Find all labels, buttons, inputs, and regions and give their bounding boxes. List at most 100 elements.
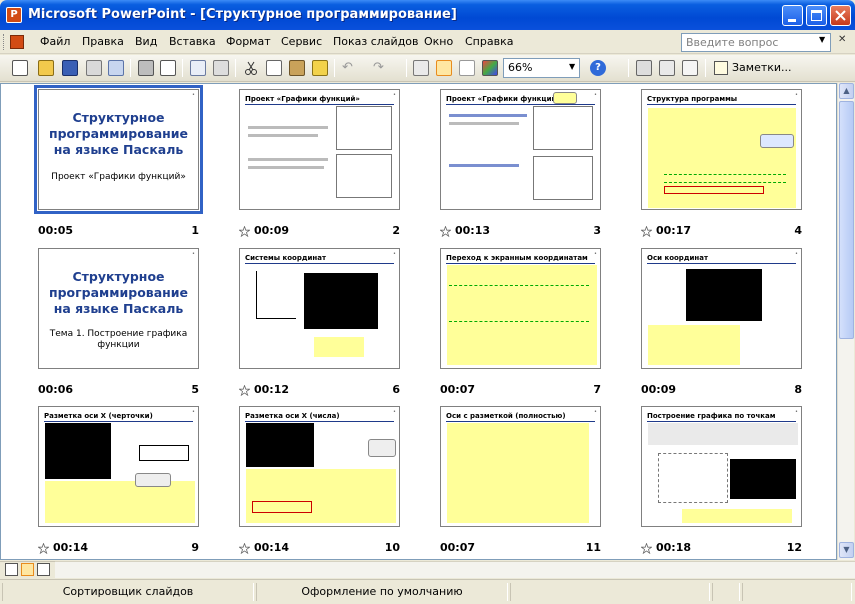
rehearse-timings-icon[interactable] (659, 60, 675, 76)
slide-sorter-view-icon[interactable] (21, 563, 34, 576)
slide-title: Структурное программирование на языке Па… (48, 110, 189, 157)
help-question-input[interactable]: Введите вопрос (681, 33, 831, 52)
slide-thumbnail[interactable]: • Системы координат (239, 248, 400, 369)
menu-file[interactable]: Файл (40, 35, 70, 48)
slide-number: 7 (593, 383, 601, 396)
callout (135, 473, 171, 487)
menu-edit[interactable]: Правка (82, 35, 124, 48)
zoom-dropdown-arrow-icon[interactable]: ▼ (569, 62, 575, 71)
slide-thumbnail[interactable]: • Оси координат (641, 248, 802, 369)
menu-slideshow[interactable]: Показ слайдов (333, 35, 419, 48)
slide-title: Построение графика по точкам (647, 412, 776, 420)
slide-thumbnail[interactable]: • Проект «Графики функций» (239, 89, 400, 210)
copy-icon[interactable] (266, 60, 282, 76)
menu-view[interactable]: Вид (135, 35, 157, 48)
slide-title: Проект «Графики функций» (446, 95, 561, 103)
save-icon[interactable] (62, 60, 78, 76)
slide-thumbnail[interactable]: • Оси с разметкой (полностью) (440, 406, 601, 527)
transition-star-icon[interactable] (641, 543, 652, 554)
menu-tools[interactable]: Сервис (281, 35, 322, 48)
menu-help[interactable]: Справка (465, 35, 513, 48)
black-area (45, 423, 111, 479)
paste-icon[interactable] (289, 60, 305, 76)
redo-icon[interactable]: ↷ (373, 60, 389, 76)
research-icon[interactable] (213, 60, 229, 76)
email-icon[interactable] (108, 60, 124, 76)
powerpoint-app-icon[interactable]: P (6, 7, 22, 23)
show-formatting-icon[interactable] (436, 60, 452, 76)
slide-title: Разметка оси X (черточки) (44, 412, 153, 420)
notes-button[interactable]: Заметки... (712, 58, 822, 78)
text-line (248, 158, 328, 161)
open-icon[interactable] (38, 60, 54, 76)
text-line (248, 166, 324, 169)
slide-title: Проект «Графики функций» (245, 95, 360, 103)
close-button[interactable] (830, 5, 851, 26)
slide-corner-mark: • (795, 409, 798, 415)
slideshow-view-icon[interactable] (37, 563, 50, 576)
transition-star-icon[interactable] (239, 543, 250, 554)
horizontal-scrollbar[interactable] (55, 561, 855, 578)
undo-icon[interactable]: ↶ (342, 60, 358, 76)
format-painter-icon[interactable] (312, 60, 328, 76)
normal-view-icon[interactable] (5, 563, 18, 576)
slide-thumbnail[interactable]: • Переход к экранным координатам (440, 248, 601, 369)
scroll-up-icon[interactable]: ▲ (839, 83, 854, 99)
menu-format[interactable]: Формат (226, 35, 271, 48)
slide-thumbnail[interactable]: • Построение графика по точкам (641, 406, 802, 527)
document-icon[interactable] (10, 35, 24, 49)
transition-star-icon[interactable] (239, 385, 250, 396)
menu-insert[interactable]: Вставка (169, 35, 216, 48)
slide-number: 12 (786, 541, 802, 554)
slide-thumbnail[interactable]: • Структурное программирование на языке П… (34, 85, 203, 214)
slide-corner-mark: • (192, 409, 195, 415)
menu-grip[interactable] (3, 34, 6, 50)
scroll-down-icon[interactable]: ▼ (839, 542, 854, 558)
help-dropdown-arrow-icon[interactable]: ▼ (819, 35, 825, 44)
slide-thumbnail[interactable]: • Структура программы (641, 89, 802, 210)
transition-star-icon[interactable] (440, 226, 451, 237)
transition-star-icon[interactable] (239, 226, 250, 237)
expand-all-icon[interactable] (413, 60, 429, 76)
slide-number: 4 (794, 224, 802, 237)
dashed-line (449, 285, 589, 287)
minimize-button[interactable] (782, 5, 803, 26)
scroll-thumb[interactable] (839, 101, 854, 339)
formula-box (682, 509, 792, 523)
new-icon[interactable] (12, 60, 28, 76)
callout (368, 439, 396, 457)
vertical-scrollbar[interactable]: ▲ ▼ (837, 83, 854, 560)
transition-star-icon[interactable] (641, 226, 652, 237)
title-underline (446, 263, 595, 264)
print-preview-icon[interactable] (160, 60, 176, 76)
menu-window[interactable]: Окно (424, 35, 453, 48)
spelling-icon[interactable] (190, 60, 206, 76)
title-underline (647, 104, 796, 105)
black-area (686, 269, 762, 321)
slide-thumbnail[interactable]: • Разметка оси X (числа) (239, 406, 400, 527)
summary-slide-icon[interactable] (682, 60, 698, 76)
slide-timing: 00:09 (641, 383, 677, 396)
maximize-button[interactable] (806, 5, 827, 26)
permission-icon[interactable] (86, 60, 102, 76)
slide-sorter-pane[interactable]: • Структурное программирование на языке П… (0, 83, 837, 560)
text-line (248, 134, 318, 137)
hide-slide-icon[interactable] (636, 60, 652, 76)
transition-star-icon[interactable] (38, 543, 49, 554)
grid-icon[interactable] (459, 60, 475, 76)
title-underline (446, 421, 595, 422)
dashed-line (449, 321, 589, 323)
print-icon[interactable] (138, 60, 154, 76)
color-grayscale-icon[interactable] (482, 60, 498, 76)
cut-icon[interactable] (243, 60, 259, 76)
slide-thumbnail[interactable]: • Проект «Графики функций» (440, 89, 601, 210)
text-line (449, 114, 527, 117)
slide-corner-mark: • (594, 92, 597, 98)
dashed-line (664, 174, 786, 176)
document-close-icon[interactable]: ✕ (838, 34, 846, 45)
status-empty-3 (742, 583, 852, 601)
axes (256, 271, 296, 319)
slide-thumbnail[interactable]: • Разметка оси X (черточки) (38, 406, 199, 527)
help-icon[interactable]: ? (590, 60, 606, 76)
slide-thumbnail[interactable]: • Структурное программирование на языке П… (38, 248, 199, 369)
